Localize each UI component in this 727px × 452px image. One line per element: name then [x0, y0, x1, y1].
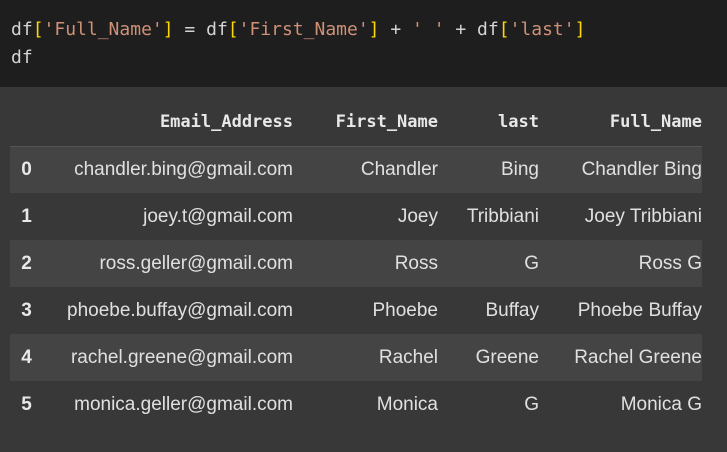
email-cell: joey.t@gmail.com	[143, 205, 293, 227]
row-index: 4	[21, 346, 32, 368]
code-string: ' '	[412, 19, 445, 40]
code-token: = df	[173, 19, 228, 40]
column-header-last: last	[438, 99, 539, 147]
first-name-cell: Rachel	[378, 346, 438, 368]
full-name-cell: Chandler Bing	[581, 158, 702, 180]
last-cell: Greene	[475, 346, 539, 368]
dataframe-table: Email_Address First_Name last Full_Name …	[10, 99, 702, 428]
full-name-cell: Ross G	[638, 252, 702, 274]
code-token: df	[11, 19, 33, 40]
code-string: 'First_Name'	[238, 19, 369, 40]
table-row: 5 monica.geller@gmail.com Monica G Monic…	[10, 381, 702, 428]
full-name-cell: Phoebe Buffay	[577, 299, 702, 321]
table-row: 0 chandler.bing@gmail.com Chandler Bing …	[10, 146, 702, 193]
table-row: 2 ross.geller@gmail.com Ross G Ross G	[10, 240, 702, 287]
table-header-row: Email_Address First_Name last Full_Name	[10, 99, 702, 147]
code-line-1: df['Full_Name'] = df['First_Name'] + ' '…	[11, 16, 716, 44]
full-name-cell: Joey Tribbiani	[584, 205, 702, 227]
first-name-cell: Ross	[394, 252, 438, 274]
table-row: 1 joey.t@gmail.com Joey Tribbiani Joey T…	[10, 193, 702, 240]
email-cell: monica.geller@gmail.com	[74, 393, 293, 415]
table-row: 3 phoebe.buffay@gmail.com Phoebe Buffay …	[10, 287, 702, 334]
code-bracket: [	[32, 19, 44, 40]
row-index: 0	[21, 158, 32, 180]
first-name-cell: Monica	[376, 393, 438, 415]
code-line-2: df	[11, 47, 33, 68]
code-bracket: ]	[162, 19, 174, 40]
code-token: + df	[444, 19, 499, 40]
column-header-full-name: Full_Name	[539, 99, 702, 147]
code-cell[interactable]: df['Full_Name'] = df['First_Name'] + ' '…	[0, 0, 727, 87]
code-token: +	[379, 19, 413, 40]
cell-output: Email_Address First_Name last Full_Name …	[0, 87, 727, 452]
first-name-cell: Chandler	[360, 158, 438, 180]
full-name-cell: Rachel Greene	[574, 346, 702, 368]
code-bracket: ]	[368, 19, 380, 40]
code-string: 'Full_Name'	[43, 19, 163, 40]
row-index: 3	[21, 299, 32, 321]
first-name-cell: Phoebe	[372, 299, 438, 321]
email-cell: rachel.greene@gmail.com	[70, 346, 293, 368]
index-header	[10, 99, 43, 147]
row-index: 1	[21, 205, 32, 227]
email-cell: chandler.bing@gmail.com	[74, 158, 293, 180]
table-row: 4 rachel.greene@gmail.com Rachel Greene …	[10, 334, 702, 381]
last-cell: G	[524, 393, 539, 415]
email-cell: ross.geller@gmail.com	[99, 252, 293, 274]
full-name-cell: Monica G	[620, 393, 702, 415]
code-bracket: [	[498, 19, 510, 40]
code-string: 'last'	[509, 19, 575, 40]
last-cell: Tribbiani	[466, 205, 539, 227]
email-cell: phoebe.buffay@gmail.com	[67, 299, 293, 321]
row-index: 5	[21, 393, 32, 415]
code-bracket: [	[227, 19, 239, 40]
code-bracket: ]	[574, 19, 586, 40]
last-cell: Buffay	[485, 299, 539, 321]
column-header-first-name: First_Name	[302, 99, 438, 147]
last-cell: G	[524, 252, 539, 274]
first-name-cell: Joey	[397, 205, 438, 227]
last-cell: Bing	[500, 158, 539, 180]
column-header-email: Email_Address	[43, 99, 302, 147]
row-index: 2	[21, 252, 32, 274]
